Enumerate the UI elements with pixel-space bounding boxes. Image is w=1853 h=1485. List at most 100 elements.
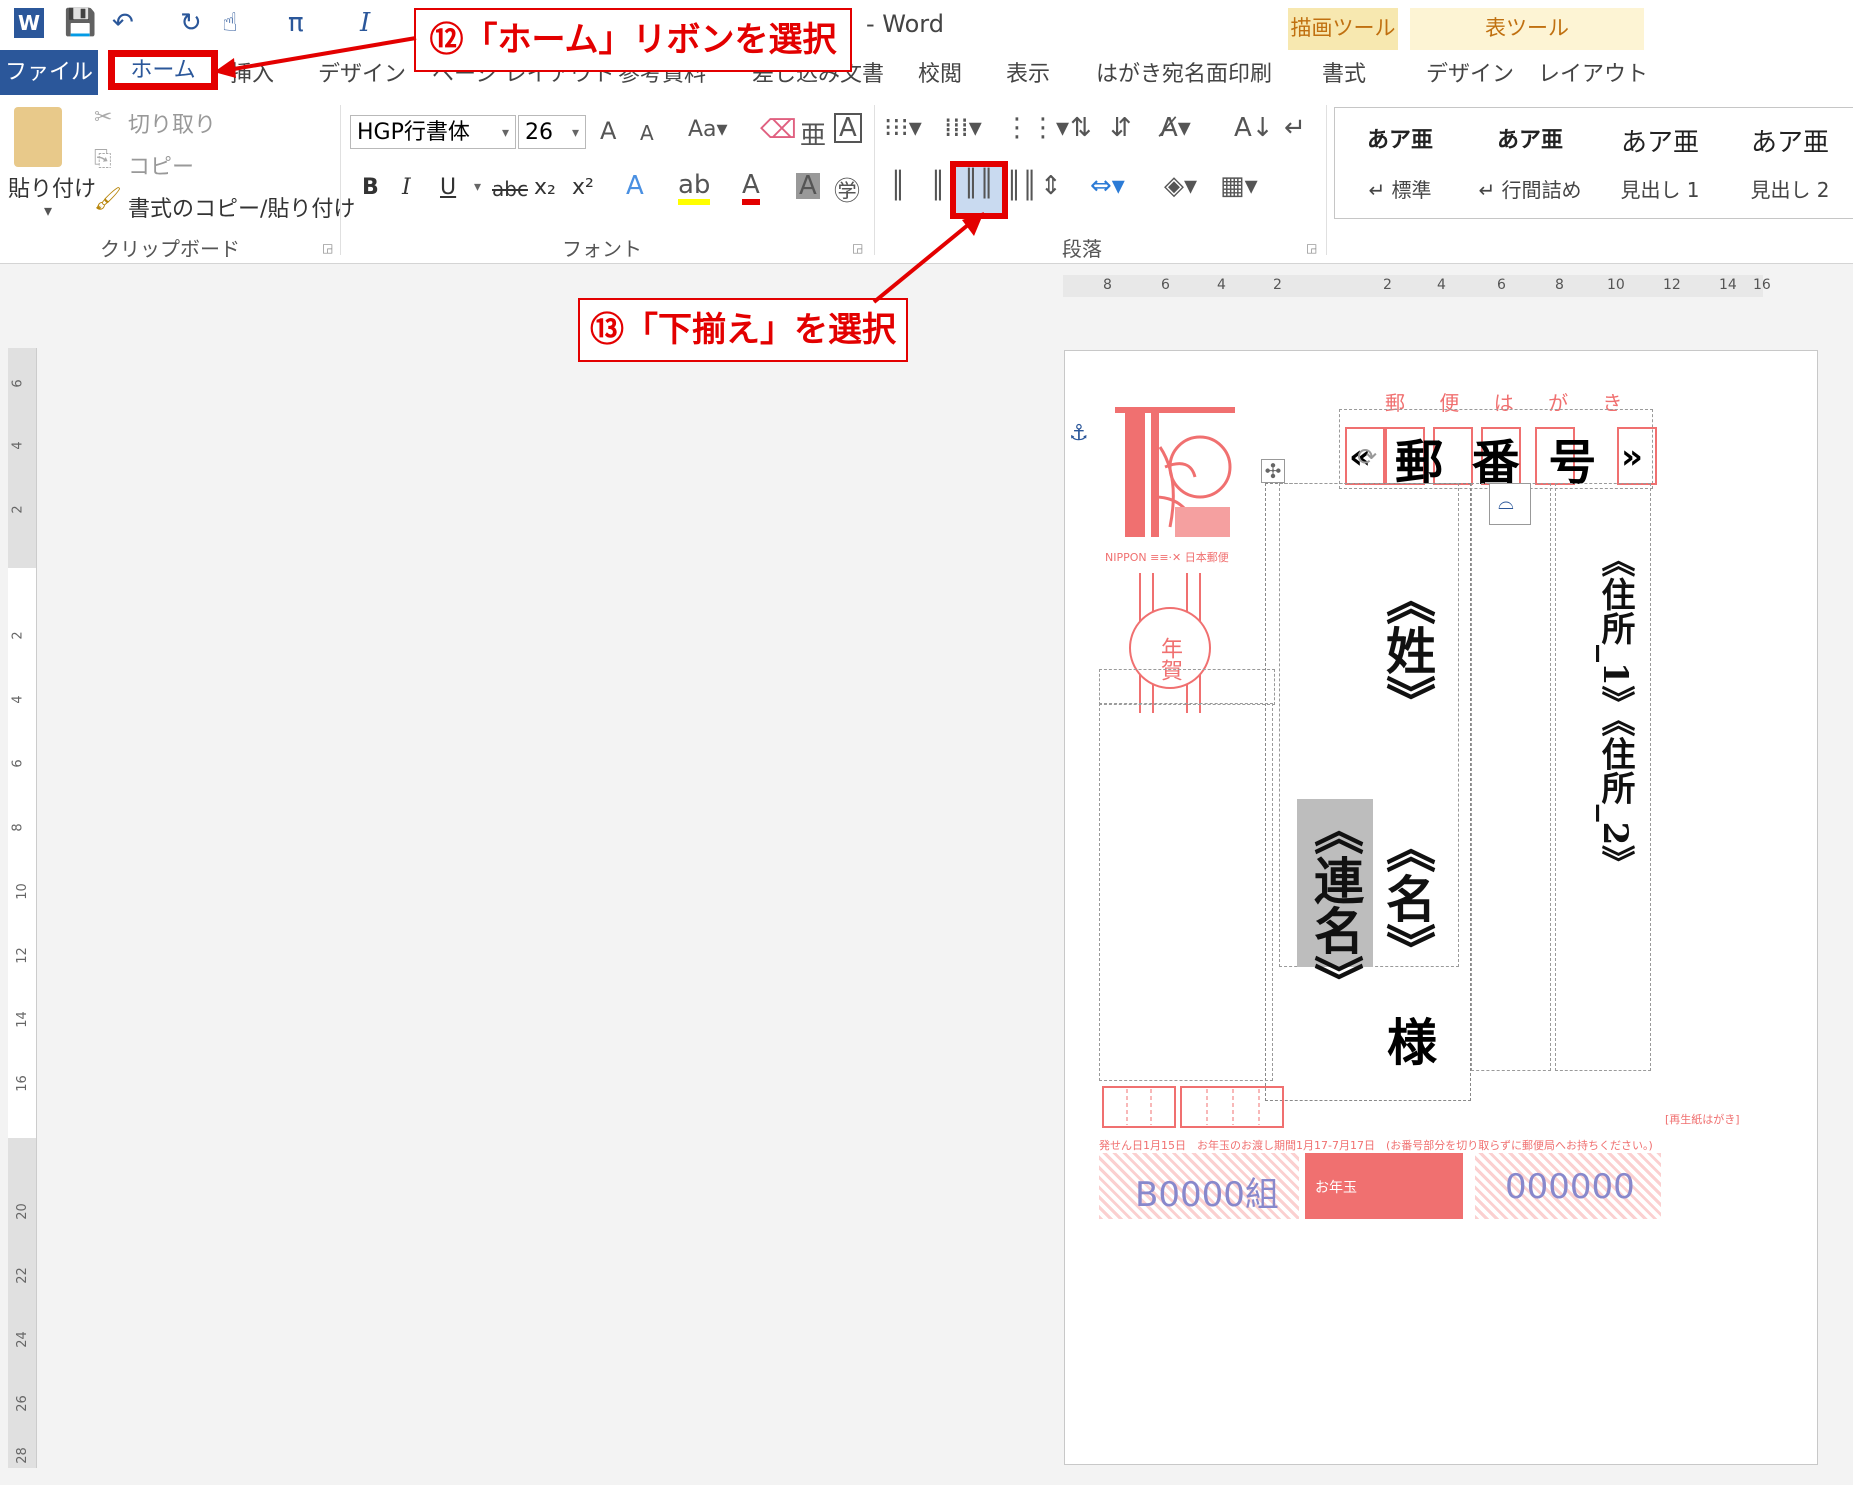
clipboard-launcher-icon[interactable]: ◲: [322, 241, 333, 255]
rotate-handle-icon[interactable]: ⟳: [1357, 443, 1377, 471]
change-case-icon[interactable]: Aa▾: [688, 117, 728, 142]
paste-button[interactable]: 貼り付け: [8, 171, 96, 203]
style-name: 見出し 2: [1750, 178, 1830, 202]
text-direction-icon[interactable]: A̸▾: [1160, 113, 1191, 143]
horizontal-ruler[interactable]: 8 6 4 2 2 4 6 8 10 12 14 16: [1063, 275, 1771, 297]
ruler-tick: 8: [1555, 277, 1564, 293]
move-handle-icon[interactable]: ✣: [1261, 459, 1285, 483]
font-group-label: フォント: [562, 237, 642, 261]
tab-postcard-print[interactable]: はがき宛名面印刷: [1096, 56, 1272, 88]
style-name: ↵ 行間詰め: [1478, 178, 1582, 202]
tab-view[interactable]: 表示: [1006, 56, 1050, 88]
redo-icon[interactable]: ↻: [180, 8, 202, 38]
align-bottom-icon: ║║: [963, 169, 995, 199]
grow-font-icon[interactable]: A: [600, 117, 616, 145]
phonetic-guide-icon[interactable]: 亜: [800, 115, 826, 152]
ruler-tick: 16: [1753, 277, 1771, 293]
style-heading-1[interactable]: あア亜 見出し 1: [1595, 108, 1725, 218]
clear-format-icon[interactable]: ⌫: [760, 115, 797, 145]
paste-dropdown-icon[interactable]: ▾: [44, 201, 52, 220]
given-name-field: 《名》: [1378, 823, 1437, 973]
ruler-tick: 2: [10, 505, 26, 514]
ruler-tick: 12: [14, 947, 30, 964]
sort-icon[interactable]: A↓: [1234, 113, 1274, 143]
underline-button[interactable]: U: [440, 175, 456, 200]
font-name-combo[interactable]: HGP行書体 ▾: [350, 115, 516, 149]
ruler-tick: 22: [14, 1267, 30, 1284]
char-border-icon[interactable]: A: [834, 113, 862, 143]
copy-icon[interactable]: ⎘: [94, 147, 112, 172]
text-effects-icon[interactable]: A: [626, 171, 644, 201]
cut-button[interactable]: 切り取り: [128, 107, 216, 139]
address-field: 《住所_1》《住所_2》: [1595, 543, 1635, 880]
style-name: 見出し 1: [1620, 178, 1700, 202]
paragraph-launcher-icon[interactable]: ◲: [1306, 241, 1317, 255]
font-size-value: 26: [525, 120, 553, 145]
show-marks-icon[interactable]: ↵: [1284, 113, 1306, 143]
style-no-spacing[interactable]: あア亜 ↵ 行間詰め: [1465, 108, 1595, 218]
bullets-icon[interactable]: ⁝⁝⁝▾: [884, 113, 922, 143]
style-heading-2[interactable]: あア亜 見出し 2: [1725, 108, 1853, 218]
increase-indent-icon[interactable]: ⇵: [1110, 113, 1132, 143]
ruler-tick: 12: [1663, 277, 1681, 293]
font-color-icon[interactable]: A: [742, 171, 760, 205]
chevron-down-icon: ▾: [501, 125, 509, 141]
style-normal[interactable]: あア亜 ↵ 標準: [1335, 108, 1465, 218]
group-divider: [340, 105, 341, 255]
address-frame-2[interactable]: [1471, 483, 1551, 1071]
ruler-tick: 6: [1497, 277, 1506, 293]
copy-button[interactable]: コピー: [128, 149, 194, 181]
tab-file[interactable]: ファイル: [0, 50, 98, 95]
subscript-button[interactable]: x₂: [534, 175, 556, 200]
highlight-icon[interactable]: ab: [678, 171, 711, 205]
nippon-post-text: NIPPON ≡≡·✕ 日本郵便: [1105, 551, 1229, 564]
strikethrough-button[interactable]: abc: [492, 177, 528, 201]
sender-postal-boxes: [1101, 1085, 1321, 1129]
shrink-font-icon[interactable]: A: [640, 121, 654, 145]
tab-table-layout[interactable]: レイアウト: [1538, 56, 1648, 88]
tab-home[interactable]: ホーム: [108, 50, 218, 90]
layout-options-icon[interactable]: ⌓: [1489, 483, 1531, 525]
save-icon[interactable]: 💾: [64, 8, 96, 38]
distributed-icon[interactable]: ⇕: [1040, 171, 1062, 201]
font-launcher-icon[interactable]: ◲: [852, 241, 863, 255]
ruler-tick: 4: [1217, 277, 1226, 293]
ruler-margin-bottom: [8, 1138, 36, 1468]
ruler-tick: 10: [14, 883, 30, 900]
borders-icon[interactable]: ▦▾: [1220, 171, 1258, 201]
sender-frame-top[interactable]: [1099, 669, 1275, 705]
document-page[interactable]: 郵 便 は が き NIPPON ≡≡·✕ 日本郵便 年賀 ⚓ « 郵 番 号 …: [1064, 350, 1818, 1465]
tab-table-design[interactable]: デザイン: [1426, 56, 1514, 88]
format-painter-icon[interactable]: 🖌: [94, 187, 122, 212]
undo-icon[interactable]: ↶: [112, 8, 134, 38]
format-painter-button[interactable]: 書式のコピー/貼り付け: [128, 191, 355, 223]
styles-gallery: あア亜 ↵ 標準 あア亜 ↵ 行間詰め あア亜 見出し 1 あア亜 見出し 2: [1334, 107, 1853, 219]
enclosed-char-icon[interactable]: ㊫: [834, 171, 860, 208]
underline-dropdown-icon[interactable]: ▾: [474, 179, 481, 195]
sender-frame[interactable]: [1099, 703, 1273, 1081]
line-spacing-icon[interactable]: ⇔▾: [1090, 171, 1125, 201]
ruler-tick: 28: [14, 1447, 30, 1464]
superscript-button[interactable]: x²: [572, 175, 594, 200]
italic-button[interactable]: I: [402, 175, 411, 200]
recycled-paper-text: [再生紙はがき]: [1665, 1113, 1740, 1126]
align-top-icon[interactable]: ║: [890, 171, 906, 201]
cut-icon[interactable]: ✂: [94, 105, 112, 130]
style-sample: あア亜: [1496, 127, 1563, 153]
bold-button[interactable]: B: [362, 175, 379, 200]
multilevel-list-icon[interactable]: ⋮⋮▾: [1004, 113, 1069, 143]
decrease-indent-icon[interactable]: ⇅: [1070, 113, 1092, 143]
paste-icon[interactable]: [14, 107, 62, 167]
tab-review[interactable]: 校閲: [918, 56, 962, 88]
callout-arrow-align: [872, 212, 984, 304]
shading-icon[interactable]: ◈▾: [1164, 171, 1197, 201]
anchor-icon: ⚓: [1069, 421, 1089, 446]
char-shading-icon[interactable]: A: [796, 173, 820, 199]
vertical-ruler[interactable]: 6 4 2 2 4 6 8 10 12 14 16 20 22 24 26 28: [8, 348, 37, 1468]
font-size-combo[interactable]: 26 ▾: [518, 115, 586, 149]
tab-format[interactable]: 書式: [1322, 56, 1366, 88]
justify-icon[interactable]: ║║: [1006, 171, 1037, 201]
stamp-image: [1105, 407, 1235, 557]
numbering-icon[interactable]: ⁞⁞⁞▾: [944, 113, 982, 143]
renmei-field[interactable]: 《連名》: [1305, 805, 1365, 1005]
